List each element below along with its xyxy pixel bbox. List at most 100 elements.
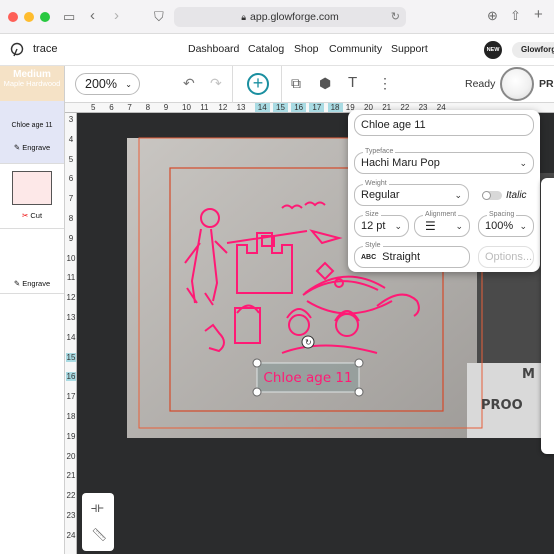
typeface-value: Hachi Maru Pop [361, 157, 440, 169]
new-badge[interactable]: NEW [484, 41, 502, 59]
ruler-tick-label: 9 [68, 233, 74, 243]
ruler-tick-label: 13 [236, 103, 246, 112]
ruler-tick-label: 7 [68, 194, 74, 204]
zoom-value: 200% [85, 77, 117, 91]
undo-icon[interactable]: ↶ [183, 75, 195, 92]
ruler-tick-label: 12 [66, 293, 76, 303]
scissors-icon: ✂ [21, 211, 29, 220]
operation-label: Cut [30, 211, 43, 220]
zoom-window-button[interactable] [40, 12, 50, 22]
ruler-tick-label: 5 [91, 103, 96, 112]
italic-toggle[interactable] [482, 191, 502, 200]
new-tab-icon[interactable]: + [534, 7, 543, 22]
text-tool-icon[interactable]: T [348, 74, 357, 91]
ruler-tick-label: 12 [218, 103, 228, 112]
toolbar: 200% ⌄ ↶ ↷ + ⧉ ⬢ T ⋮ Ready PR [65, 66, 554, 103]
ruler-tick-label: 3 [68, 115, 74, 124]
ruler-tick-label: 18 [327, 103, 343, 112]
weight-select[interactable]: Weight Regular ⌄ [354, 180, 469, 206]
browser-chrome: ▭ ‹ › ⛉ 🔒︎ app.glowforge.com ↻ ⊕ ⇧ + [0, 0, 554, 34]
ruler-tick-label: 6 [68, 174, 74, 184]
alignment-select[interactable]: Alignment ☰ ⌄ [414, 211, 470, 237]
ruler-tick-label: 6 [109, 103, 114, 112]
trace-icon[interactable]: ⧉ [291, 75, 301, 92]
material-name: Maple Hardwood [3, 79, 61, 88]
glowforge-logo-icon[interactable] [10, 42, 24, 58]
forward-icon[interactable]: › [114, 8, 119, 23]
more-icon[interactable]: ⋮ [378, 75, 392, 92]
ruler-tick-label: 15 [66, 352, 76, 362]
nav-community[interactable]: Community [329, 43, 382, 55]
ruler-icon[interactable]: 📏︎ [91, 527, 108, 543]
design-title[interactable]: trace [33, 43, 57, 55]
engrave-label-row: ✎ Engrave [0, 279, 64, 288]
typeface-select[interactable]: Typeface Hachi Maru Pop ⌄ [354, 148, 534, 174]
weight-value: Regular [361, 189, 400, 201]
operations-panel: Medium Maple Hardwood Chloe age 11 ✎ Eng… [0, 66, 65, 554]
style-value: Straight [382, 251, 421, 263]
sidebar-toggle-icon[interactable]: ▭ [63, 10, 75, 24]
spacing-select[interactable]: Spacing 100% ⌄ [478, 211, 534, 237]
divider [232, 66, 233, 103]
align-center-icon: ☰ [425, 219, 436, 233]
pen-icon: ✎ [13, 279, 21, 288]
shapes-icon[interactable]: ⬢ [319, 75, 331, 92]
app-nav: trace Dashboard Catalog Shop Community S… [0, 34, 554, 66]
text-value-input[interactable]: Chloe age 11 [354, 114, 534, 136]
style-select[interactable]: Style ABC Straight [354, 242, 470, 268]
address-bar[interactable]: 🔒︎ app.glowforge.com ↻ [174, 7, 406, 27]
ruler-tick-label: 21 [66, 471, 76, 481]
size-select[interactable]: Size 12 pt ⌄ [354, 211, 409, 237]
ruler-tick-label: 17 [309, 103, 325, 112]
style-label: Style [363, 242, 383, 249]
nav-shop[interactable]: Shop [294, 43, 319, 55]
nav-dashboard[interactable]: Dashboard [188, 43, 239, 55]
status-text: Ready [465, 78, 496, 90]
cut-preview [12, 171, 52, 205]
chevron-down-icon: ⌄ [454, 189, 462, 200]
ruler-tick-label: 24 [66, 530, 76, 540]
operation-engrave-drawing[interactable]: ✎ Engrave [0, 229, 64, 294]
proof-text: PROO [481, 398, 523, 413]
text-value: Chloe age 11 [361, 119, 426, 131]
nav-catalog[interactable]: Catalog [248, 43, 284, 55]
operation-cut[interactable]: ✂ Cut [0, 164, 64, 229]
ruler-tick-label: 11 [200, 103, 209, 112]
redo-icon[interactable]: ↷ [210, 75, 222, 92]
url-text: app.glowforge.com [250, 11, 339, 23]
chevron-down-icon: ⌄ [394, 220, 402, 231]
operation-engrave-text[interactable]: Chloe age 11 ✎ Engrave [0, 101, 64, 164]
ruler-tick-label: 4 [68, 134, 74, 144]
ruler-tick-label: 8 [68, 214, 74, 223]
chevron-down-icon: ⌄ [519, 157, 527, 168]
ruler-tick-label: 5 [68, 154, 74, 164]
options-button[interactable]: Options... [478, 246, 534, 268]
spacing-label: Spacing [487, 211, 517, 218]
chevron-down-icon: ⌄ [455, 220, 463, 231]
nav-support[interactable]: Support [391, 43, 428, 55]
share-icon[interactable]: ⇧ [510, 9, 521, 23]
ruler-tick-label: 18 [66, 412, 76, 421]
back-icon[interactable]: ‹ [90, 8, 95, 23]
close-window-button[interactable] [8, 12, 18, 22]
reload-icon[interactable]: ↻ [391, 10, 400, 23]
text-properties-panel: Chloe age 11 Typeface Hachi Maru Pop ⌄ W… [348, 110, 540, 272]
ruler-tick-label: 10 [66, 253, 76, 263]
ruler-tick-label: 15 [273, 103, 288, 112]
minimize-window-button[interactable] [24, 12, 34, 22]
material-tile[interactable]: Medium Maple Hardwood [0, 66, 64, 101]
spacing-value: 100% [485, 220, 514, 232]
add-button[interactable]: + [247, 73, 269, 95]
vertical-ruler: 3 4 5 6 7 8 9 10 11 12 13 14 15 16 17 18 19 20 21 22 23 24 [65, 113, 77, 554]
zoom-select[interactable]: 200% ⌄ [75, 73, 140, 95]
ruler-tick-label: 20 [66, 451, 76, 461]
downloads-icon[interactable]: ⊕ [487, 9, 498, 23]
account-button[interactable]: Glowforge [512, 42, 554, 58]
chevron-down-icon: ⌄ [125, 79, 132, 89]
print-button[interactable] [500, 67, 534, 101]
selected-text: Chloe age 11 [263, 370, 352, 386]
ruler-tick-label: 19 [66, 431, 76, 441]
ruler-tick-label: 8 [145, 103, 151, 112]
shield-icon[interactable]: ⛉ [154, 10, 164, 24]
align-icon[interactable]: ⟛ [91, 499, 104, 516]
